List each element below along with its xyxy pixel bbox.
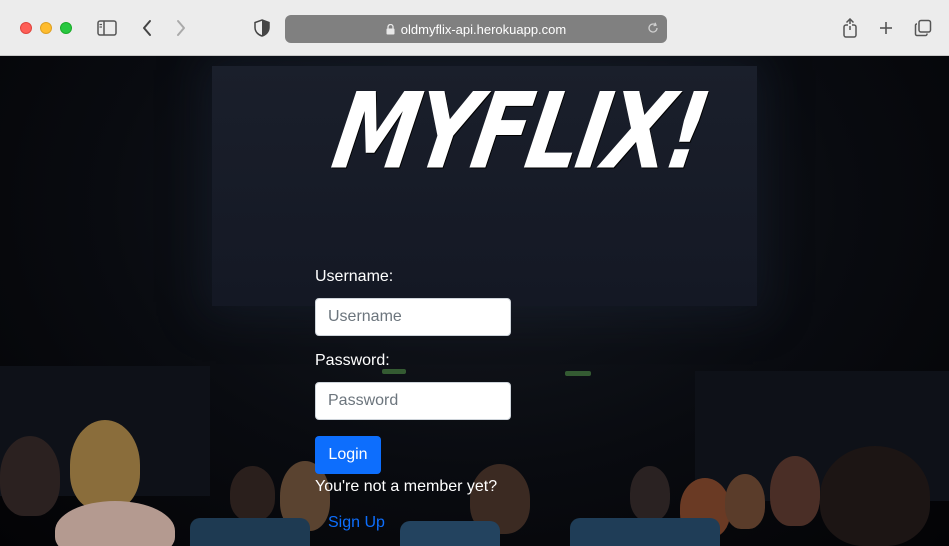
minimize-window-button[interactable]: [40, 22, 52, 34]
audience-head: [725, 474, 765, 529]
privacy-shield-icon[interactable]: [250, 16, 274, 40]
login-button[interactable]: Login: [315, 436, 381, 474]
audience-head: [230, 466, 275, 521]
exit-light-decoration: [565, 371, 591, 376]
sidebar-icon[interactable]: [95, 16, 119, 40]
forward-arrow-icon[interactable]: [169, 16, 193, 40]
browser-toolbar: oldmyflix-api.herokuapp.com: [0, 0, 949, 56]
share-icon[interactable]: [838, 16, 862, 40]
username-input[interactable]: [315, 298, 511, 336]
close-window-button[interactable]: [20, 22, 32, 34]
audience-head: [630, 466, 670, 521]
password-input[interactable]: [315, 382, 511, 420]
lock-icon: [386, 23, 395, 35]
audience-head: [770, 456, 820, 526]
reload-icon[interactable]: [647, 22, 659, 34]
audience-head: [820, 446, 930, 546]
app-logo: MYFLIX!: [324, 69, 716, 193]
page-viewport: MYFLIX! Username: Password: Login You're…: [0, 56, 949, 546]
url-text: oldmyflix-api.herokuapp.com: [400, 21, 567, 37]
new-tab-icon[interactable]: [874, 16, 898, 40]
username-label: Username:: [315, 268, 394, 285]
audience-head: [0, 436, 60, 516]
password-label: Password:: [315, 352, 390, 369]
audience-head: [70, 420, 140, 510]
seat-decoration: [570, 518, 720, 546]
address-bar[interactable]: oldmyflix-api.herokuapp.com: [285, 15, 667, 43]
login-form: Username: Password: Login You're not a m…: [315, 268, 545, 532]
back-arrow-icon[interactable]: [135, 16, 159, 40]
signup-link[interactable]: Sign Up: [328, 514, 385, 532]
zoom-window-button[interactable]: [60, 22, 72, 34]
member-prompt: You're not a member yet?: [315, 478, 498, 495]
audience-body: [55, 501, 175, 546]
tab-overview-icon[interactable]: [911, 16, 935, 40]
seat-decoration: [190, 518, 310, 546]
